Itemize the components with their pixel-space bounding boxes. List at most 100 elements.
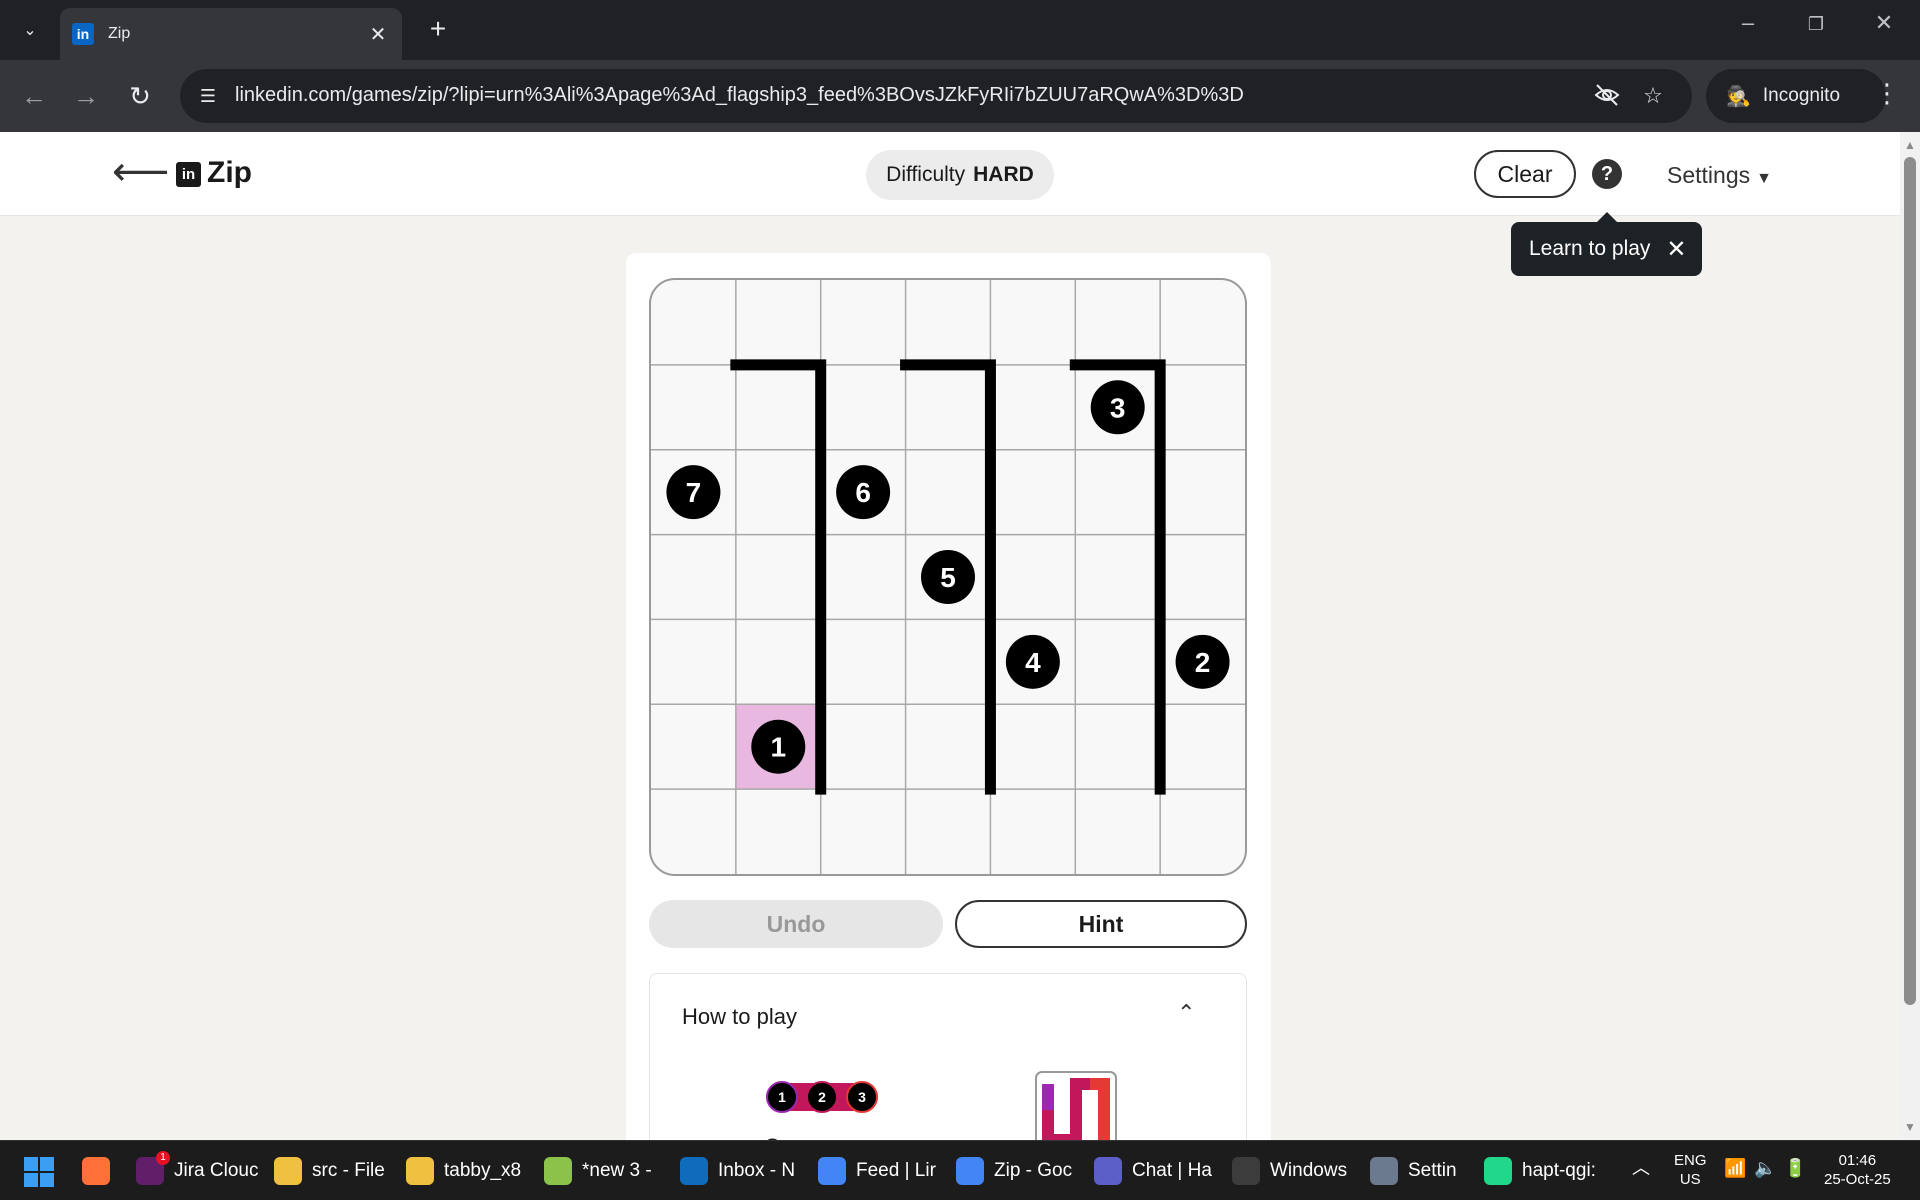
folder-icon: [406, 1157, 434, 1185]
browser-toolbar: ← → ↻ ☰ linkedin.com/games/zip/?lipi=urn…: [0, 60, 1920, 132]
language-line-2: US: [1679, 1171, 1701, 1188]
taskbar-item[interactable]: tabby_x8: [406, 1151, 532, 1191]
url-text[interactable]: linkedin.com/games/zip/?lipi=urn%3Ali%3A…: [235, 84, 1244, 107]
numbers-sequence-illustration: 1 2 3: [766, 1081, 878, 1113]
learn-to-play-tooltip[interactable]: Learn to play ✕: [1511, 212, 1702, 276]
scroll-up-arrow-icon[interactable]: ▲: [1904, 138, 1916, 152]
taskbar-item[interactable]: hapt-qgi:: [1484, 1151, 1620, 1191]
taskbar-item-label: Windows: [1270, 1160, 1348, 1181]
volume-icon[interactable]: 🔈: [1754, 1159, 1776, 1178]
help-question-icon[interactable]: ?: [1592, 159, 1622, 189]
windows-taskbar: 1 Jira Clouc src - File tabby_x8 *new 3 - Inb…: [0, 1140, 1920, 1200]
taskbar-item[interactable]: Zip - Goc: [956, 1151, 1082, 1191]
taskbar-item-label: Zip - Goc: [994, 1160, 1073, 1181]
page-scrollbar[interactable]: ▲ ▼: [1900, 132, 1920, 1140]
new-tab-plus-icon[interactable]: +: [420, 14, 456, 46]
site-info-icon[interactable]: ☰: [194, 82, 222, 110]
tab-title: Zip: [108, 25, 131, 42]
taskbar-item[interactable]: Feed | Lir: [818, 1151, 944, 1191]
settings-label: Settings: [1667, 162, 1751, 188]
caret-down-icon: ▼: [1756, 170, 1772, 187]
number-label-4: 4: [1025, 647, 1041, 678]
how-to-play-title[interactable]: How to play: [682, 1004, 797, 1030]
outlook-icon: [680, 1157, 708, 1185]
incognito-label: Incognito: [1762, 85, 1841, 106]
number-label-2: 2: [1195, 647, 1211, 678]
incognito-indicator[interactable]: 🕵 Incognito: [1706, 69, 1886, 123]
tooltip-close-icon[interactable]: ✕: [1666, 235, 1686, 264]
settings-dropdown[interactable]: Settings ▼: [1667, 162, 1772, 189]
chrome-icon: [818, 1157, 846, 1185]
back-nav-icon[interactable]: ←: [16, 78, 52, 114]
wifi-icon[interactable]: 📶: [1724, 1159, 1746, 1178]
clock-time: 01:46: [1838, 1152, 1877, 1169]
browser-tab-bar: ⌄ in Zip ✕ + – ❐ ✕: [0, 0, 1920, 60]
difficulty-value: HARD: [973, 163, 1034, 186]
linkedin-favicon-icon: in: [72, 23, 94, 45]
difficulty-label: Difficulty: [886, 163, 966, 186]
terminal-icon: [1232, 1157, 1260, 1185]
taskbar-item[interactable]: Inbox - N: [680, 1151, 806, 1191]
restore-icon[interactable]: ❐: [1796, 14, 1836, 35]
reload-icon[interactable]: ↻: [122, 78, 158, 114]
firefox-icon: [82, 1157, 110, 1185]
browser-tab-zip[interactable]: in Zip ✕: [60, 8, 402, 60]
scroll-down-arrow-icon[interactable]: ▼: [1904, 1120, 1916, 1134]
undo-button[interactable]: Undo: [649, 900, 943, 948]
language-line-1: ENG: [1674, 1152, 1707, 1169]
taskbar-item[interactable]: src - File: [274, 1151, 394, 1191]
taskbar-clock[interactable]: 01:46 25-Oct-25: [1824, 1151, 1891, 1189]
notification-badge: 1: [156, 1151, 170, 1165]
eye-off-icon[interactable]: [1592, 81, 1622, 111]
taskbar-item-label: tabby_x8: [444, 1160, 522, 1181]
example-number-1: 1: [778, 1089, 786, 1105]
tab-close-icon[interactable]: ✕: [366, 22, 390, 47]
settings-icon: [1370, 1157, 1398, 1185]
tooltip-text: Learn to play: [1529, 237, 1651, 260]
hint-button[interactable]: Hint: [955, 900, 1247, 948]
taskbar-item[interactable]: 1 Jira Clouc: [136, 1151, 262, 1191]
taskbar-item-label: hapt-qgi:: [1522, 1160, 1596, 1181]
game-title: Zip: [207, 156, 252, 189]
number-label-3: 3: [1110, 392, 1126, 423]
taskbar-item[interactable]: Windows: [1232, 1151, 1358, 1191]
chevron-up-icon[interactable]: ⌄: [1177, 998, 1195, 1024]
number-label-6: 6: [855, 477, 871, 508]
how-to-play-panel: How to play ⌄ 1 2 3 C: [649, 973, 1247, 1153]
number-label-1: 1: [770, 732, 786, 763]
windows-start-icon[interactable]: [24, 1157, 54, 1187]
example-number-2: 2: [818, 1089, 826, 1105]
taskbar-item[interactable]: Chat | Ha: [1094, 1151, 1220, 1191]
forward-nav-icon[interactable]: →: [68, 78, 104, 114]
address-bar[interactable]: ☰ linkedin.com/games/zip/?lipi=urn%3Ali%…: [180, 69, 1692, 123]
taskbar-item-label: Chat | Ha: [1132, 1160, 1212, 1181]
chrome-icon: [956, 1157, 984, 1185]
board-grid[interactable]: 1 2 3 4 5 6 7: [651, 280, 1245, 874]
back-arrow-icon[interactable]: ⟵: [112, 152, 169, 192]
scrollbar-thumb[interactable]: [1904, 157, 1916, 1005]
example-number-3: 3: [858, 1089, 866, 1105]
folder-icon: [274, 1157, 302, 1185]
taskbar-item[interactable]: Settin: [1370, 1151, 1468, 1191]
difficulty-badge: Difficulty HARD: [866, 150, 1054, 200]
taskbar-item[interactable]: [82, 1151, 126, 1191]
number-label-7: 7: [686, 477, 702, 508]
minimize-icon[interactable]: –: [1728, 10, 1768, 36]
taskbar-item-label: Inbox - N: [718, 1160, 796, 1181]
tab-search-chevron-icon[interactable]: ⌄: [10, 12, 50, 48]
clock-date: 25-Oct-25: [1824, 1171, 1891, 1188]
slack-icon: 1: [136, 1151, 170, 1185]
tray-overflow-chevron-icon[interactable]: ︿: [1632, 1159, 1650, 1178]
window-close-icon[interactable]: ✕: [1864, 10, 1904, 36]
taskbar-item-label: Jira Clouc: [174, 1160, 259, 1181]
taskbar-item[interactable]: *new 3 -: [544, 1151, 668, 1191]
bookmark-star-icon[interactable]: ☆: [1638, 81, 1668, 111]
notepad-icon: [544, 1157, 572, 1185]
game-header: ⟵ in Zip Difficulty HARD Clear ? Setting…: [0, 132, 1900, 216]
clear-button[interactable]: Clear: [1474, 150, 1576, 198]
browser-menu-icon[interactable]: ⋮: [1870, 78, 1904, 109]
language-indicator[interactable]: ENG US: [1674, 1151, 1707, 1189]
number-label-5: 5: [940, 562, 956, 593]
zip-puzzle-board[interactable]: 1 2 3 4 5 6 7: [649, 278, 1247, 876]
battery-icon[interactable]: 🔋: [1784, 1159, 1806, 1178]
